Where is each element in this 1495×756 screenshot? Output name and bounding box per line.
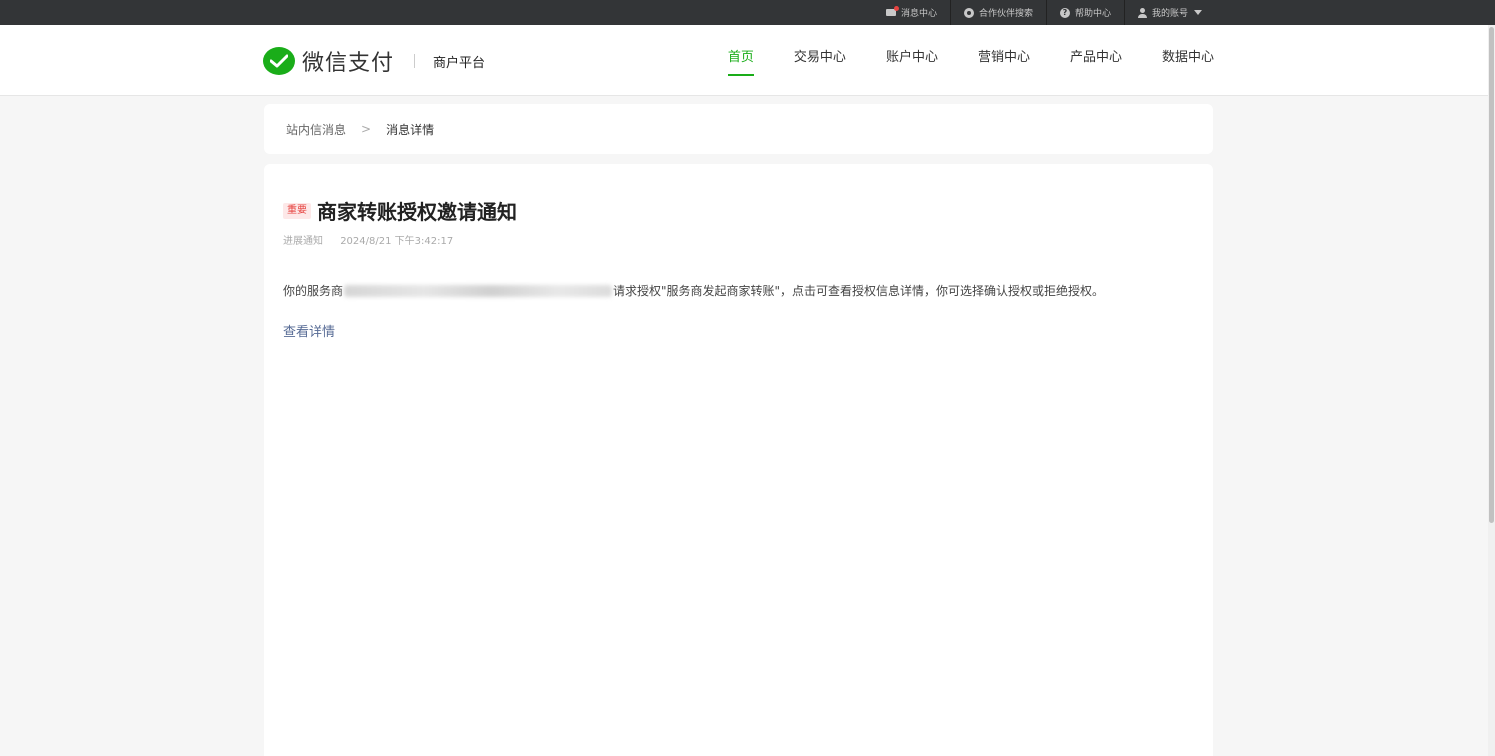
breadcrumb-separator-icon: > — [361, 122, 372, 136]
breadcrumb-parent-link[interactable]: 站内信消息 — [286, 121, 346, 138]
message-category: 进展通知 — [283, 236, 323, 247]
nav-data[interactable]: 数据中心 — [1162, 25, 1214, 96]
main-header: 微信支付 商户平台 首页 交易中心 账户中心 营销中心 产品中心 数据中心 — [0, 25, 1488, 96]
message-time: 2024/8/21 下午3:42:17 — [340, 236, 454, 247]
message-title-row: 重要 商家转账授权邀请通知 — [283, 196, 517, 225]
logo[interactable]: 微信支付 商户平台 — [263, 45, 485, 77]
top-utility-bar: 消息中心 合作伙伴搜索 ? 帮助中心 我的账号 — [0, 0, 1495, 25]
logo-text: 微信支付 — [302, 51, 395, 76]
help-center-label: 帮助中心 — [1074, 9, 1111, 19]
utility-links: 消息中心 合作伙伴搜索 ? 帮助中心 我的账号 — [873, 0, 1215, 25]
breadcrumb: 站内信消息 > 消息详情 — [264, 104, 1213, 154]
redacted-provider-name — [344, 284, 613, 297]
nav-marketing[interactable]: 营销中心 — [978, 25, 1030, 96]
importance-badge: 重要 — [283, 202, 311, 219]
nav-account[interactable]: 账户中心 — [886, 25, 938, 96]
message-meta: 进展通知 2024/8/21 下午3:42:17 — [283, 232, 453, 247]
partner-icon — [963, 7, 974, 18]
mail-icon — [885, 6, 899, 16]
message-body-suffix: 请求授权"服务商发起商家转账"，点击可查看授权信息详情，你可选择确认授权或拒绝授… — [613, 284, 1105, 298]
breadcrumb-current: 消息详情 — [386, 122, 435, 137]
logo-divider — [414, 54, 416, 68]
partner-search-label: 合作伙伴搜索 — [978, 9, 1033, 19]
partner-search-link[interactable]: 合作伙伴搜索 — [949, 0, 1046, 25]
message-detail-card: 重要 商家转账授权邀请通知 进展通知 2024/8/21 下午3:42:17 你… — [264, 164, 1213, 756]
help-center-link[interactable]: ? 帮助中心 — [1045, 0, 1124, 25]
nav-transactions[interactable]: 交易中心 — [794, 25, 846, 96]
page-scrollbar[interactable] — [1488, 25, 1495, 756]
user-icon — [1137, 7, 1147, 18]
message-center-link[interactable]: 消息中心 — [873, 0, 950, 25]
message-title: 商家转账授权邀请通知 — [317, 200, 517, 224]
chevron-down-icon — [1194, 10, 1202, 15]
unread-dot — [893, 6, 899, 11]
platform-name: 商户平台 — [433, 55, 486, 71]
message-body: 你的服务商 请求授权"服务商发起商家转账"，点击可查看授权信息详情，你可选择确认… — [283, 282, 1104, 299]
help-icon: ? — [1059, 7, 1070, 18]
my-account-menu[interactable]: 我的账号 — [1123, 0, 1215, 25]
nav-home[interactable]: 首页 — [727, 25, 754, 96]
wechat-pay-logo-icon — [263, 47, 295, 75]
nav-products[interactable]: 产品中心 — [1070, 25, 1122, 96]
my-account-label: 我的账号 — [1151, 9, 1188, 19]
message-center-label: 消息中心 — [900, 9, 937, 19]
message-body-prefix: 你的服务商 — [283, 284, 344, 298]
scrollbar-thumb[interactable] — [1489, 27, 1494, 523]
view-details-link[interactable]: 查看详情 — [283, 321, 335, 340]
main-nav: 首页 交易中心 账户中心 营销中心 产品中心 数据中心 — [688, 25, 1214, 96]
